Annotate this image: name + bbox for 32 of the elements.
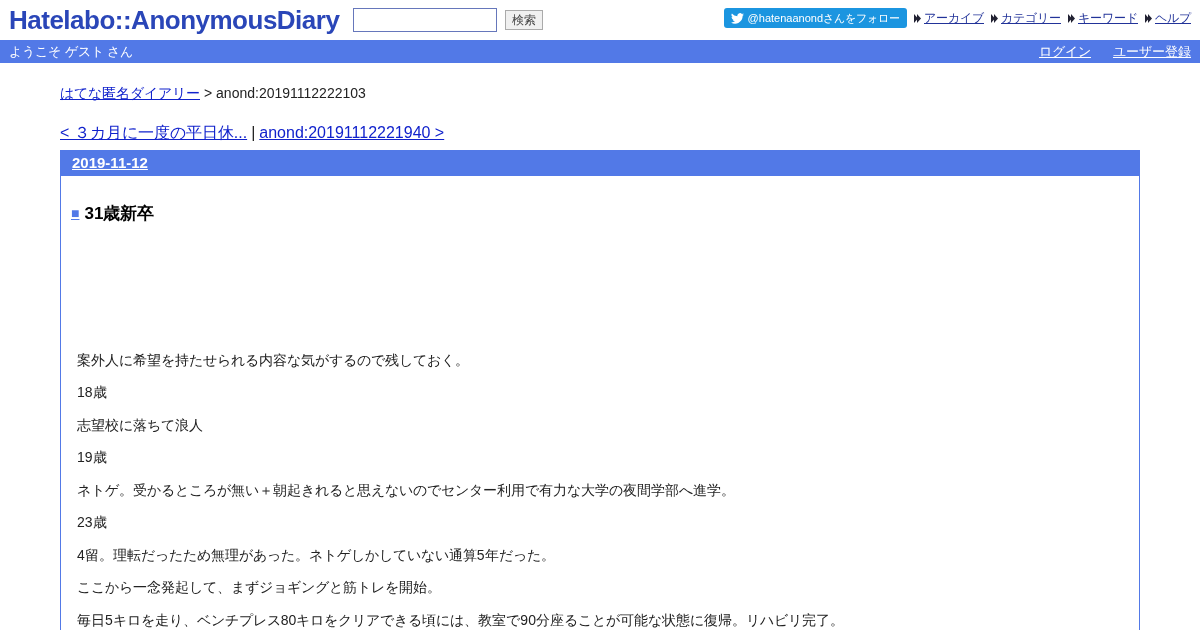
chevron-icon <box>1145 13 1152 23</box>
nav-link[interactable]: カテゴリー <box>1001 9 1061 27</box>
chevron-icon <box>914 13 921 23</box>
search-button[interactable]: 検索 <box>505 10 544 30</box>
pager-separator: | <box>251 123 256 143</box>
breadcrumb-current: > anond:20191112222103 <box>204 84 366 103</box>
nav-link[interactable]: ヘルプ <box>1155 9 1191 27</box>
nav-link[interactable]: アーカイブ <box>924 9 984 27</box>
body-paragraph: 4留。理転だったため無理があった。ネトゲしかしていない通算5年だった。 <box>77 545 556 564</box>
next-entry-link[interactable]: anond:20191112221940 > <box>259 121 445 145</box>
body-paragraph: 23歳 <box>77 513 108 532</box>
body-paragraph: 18歳 <box>77 383 108 402</box>
chevron-icon <box>1068 13 1075 23</box>
breadcrumb-link[interactable]: はてな匿名ダイアリー <box>60 83 200 104</box>
body-paragraph: 志望校に落ちて浪人 <box>77 415 204 434</box>
body-paragraph: ここから一念発起して、まずジョギングと筋トレを開始。 <box>77 578 442 597</box>
body-paragraph: ネトゲ。受かるところが無い＋朝起きれると思えないのでセンター利用で有力な大学の夜間学部へ進学。 <box>77 480 736 499</box>
search-field[interactable] <box>353 8 498 32</box>
welcome-text: ようこそ ゲスト さん <box>9 42 134 61</box>
entry-title: 31歳新卒 <box>84 203 155 225</box>
site-logo[interactable]: Hatelabo::AnonymousDiary <box>9 7 340 33</box>
date-link[interactable]: 2019-11-12 <box>72 152 148 175</box>
nav-link[interactable]: キーワード <box>1078 9 1138 27</box>
bird-icon <box>730 12 744 24</box>
account-link[interactable]: ユーザー登録 <box>1113 41 1191 62</box>
previous-entry-link[interactable]: < ３カ月に一度の平日休... <box>60 121 248 145</box>
entry-permalink[interactable]: ■ <box>71 203 80 225</box>
body-paragraph: 19歳 <box>77 448 108 467</box>
chevron-icon <box>991 13 998 23</box>
body-paragraph: 案外人に希望を持たせられる内容な気がするので残しておく。 <box>77 350 470 369</box>
body-paragraph: 毎日5キロを走り、ベンチプレス80キロをクリアできる頃には、教室で90分座ることが可能な状態に復帰。リハビリ完了。 <box>77 610 845 629</box>
account-link[interactable]: ログイン <box>1039 41 1091 62</box>
